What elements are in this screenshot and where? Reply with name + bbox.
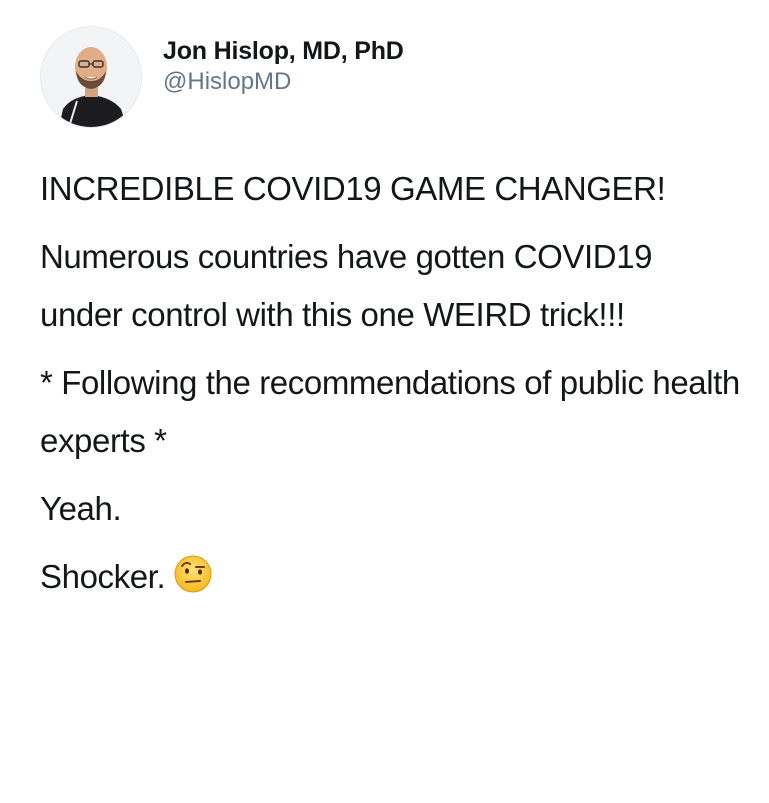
- tweet-paragraph: * Following the recommendations of publi…: [40, 364, 740, 459]
- tweet-body: INCREDIBLE COVID19 GAME CHANGER! Numerou…: [40, 160, 740, 622]
- author-identity: Jon Hislop, MD, PhD @HislopMD: [163, 35, 404, 97]
- avatar-photo-icon: [41, 27, 141, 127]
- tweet-paragraph: Yeah.: [40, 490, 122, 527]
- avatar[interactable]: [40, 26, 142, 128]
- tweet-last-line: Shocker.: [40, 548, 740, 612]
- tweet-card: Jon Hislop, MD, PhD @HislopMD INCREDIBLE…: [0, 0, 769, 803]
- author-display-name[interactable]: Jon Hislop, MD, PhD: [163, 35, 404, 67]
- tweet-headline: INCREDIBLE COVID19 GAME CHANGER!: [40, 170, 666, 207]
- tweet-paragraph: Shocker.: [40, 558, 166, 595]
- tweet-header: Jon Hislop, MD, PhD @HislopMD: [40, 25, 404, 129]
- author-handle[interactable]: @HislopMD: [163, 67, 404, 97]
- tweet-paragraph: Numerous countries have gotten COVID19 u…: [40, 238, 653, 333]
- face-with-raised-eyebrow-icon: [173, 554, 213, 612]
